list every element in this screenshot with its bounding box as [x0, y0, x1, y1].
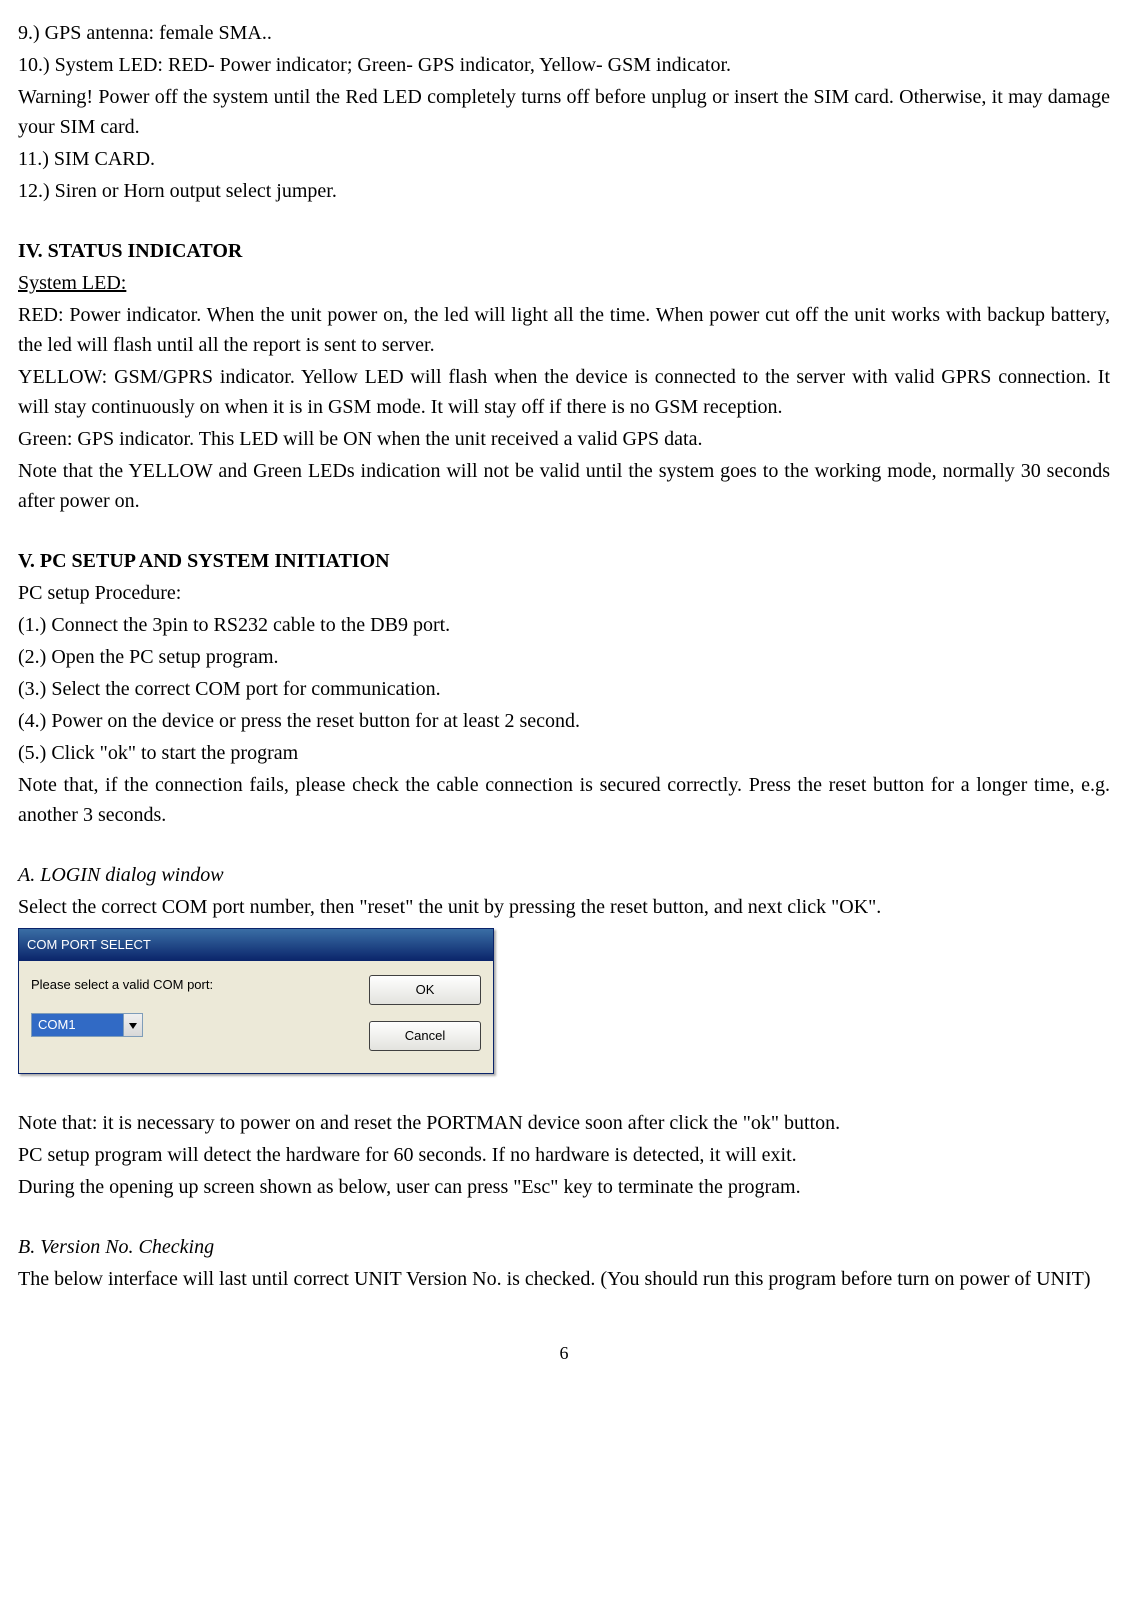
procedure-note: Note that, if the connection fails, plea…	[18, 770, 1110, 830]
warning-text: Warning! Power off the system until the …	[18, 82, 1110, 142]
dialog-body: Please select a valid COM port: COM1 OK …	[19, 961, 493, 1073]
list-item-10: 10.) System LED: RED- Power indicator; G…	[18, 50, 1110, 80]
pc-setup-procedure-label: PC setup Procedure:	[18, 578, 1110, 608]
com-port-select-dialog: COM PORT SELECT Please select a valid CO…	[18, 928, 494, 1074]
step-1: (1.) Connect the 3pin to RS232 cable to …	[18, 610, 1110, 640]
list-item-9: 9.) GPS antenna: female SMA..	[18, 18, 1110, 48]
chevron-down-icon	[129, 1015, 137, 1035]
section-a-heading: A. LOGIN dialog window	[18, 860, 1110, 890]
section-v-heading: V. PC SETUP AND SYSTEM INITIATION	[18, 546, 1110, 576]
dialog-title-bar: COM PORT SELECT	[19, 929, 493, 961]
com-port-combo[interactable]: COM1	[31, 1013, 143, 1037]
section-a-instruction: Select the correct COM port number, then…	[18, 892, 1110, 922]
section-a-note-1: Note that: it is necessary to power on a…	[18, 1108, 1110, 1138]
list-item-11: 11.) SIM CARD.	[18, 144, 1110, 174]
step-2: (2.) Open the PC setup program.	[18, 642, 1110, 672]
dialog-button-column: OK Cancel	[369, 975, 481, 1051]
section-b-heading: B. Version No. Checking	[18, 1232, 1110, 1262]
led-red-description: RED: Power indicator. When the unit powe…	[18, 300, 1110, 360]
led-yellow-description: YELLOW: GSM/GPRS indicator. Yellow LED w…	[18, 362, 1110, 422]
step-4: (4.) Power on the device or press the re…	[18, 706, 1110, 736]
section-a-note-2: PC setup program will detect the hardwar…	[18, 1140, 1110, 1170]
dialog-prompt-label: Please select a valid COM port:	[31, 975, 339, 995]
section-a-note-3: During the opening up screen shown as be…	[18, 1172, 1110, 1202]
led-green-description: Green: GPS indicator. This LED will be O…	[18, 424, 1110, 454]
com-port-selected-value: COM1	[32, 1014, 123, 1036]
dialog-title: COM PORT SELECT	[27, 935, 151, 955]
combo-dropdown-button[interactable]	[123, 1014, 142, 1036]
led-note: Note that the YELLOW and Green LEDs indi…	[18, 456, 1110, 516]
dialog-left-panel: Please select a valid COM port: COM1	[31, 975, 339, 1037]
list-item-12: 12.) Siren or Horn output select jumper.	[18, 176, 1110, 206]
cancel-button[interactable]: Cancel	[369, 1021, 481, 1051]
ok-button[interactable]: OK	[369, 975, 481, 1005]
step-3: (3.) Select the correct COM port for com…	[18, 674, 1110, 704]
section-b-text: The below interface will last until corr…	[18, 1264, 1110, 1294]
section-iv-heading: IV. STATUS INDICATOR	[18, 236, 1110, 266]
step-5: (5.) Click "ok" to start the program	[18, 738, 1110, 768]
system-led-label: System LED:	[18, 268, 1110, 298]
page-number: 6	[18, 1340, 1110, 1367]
